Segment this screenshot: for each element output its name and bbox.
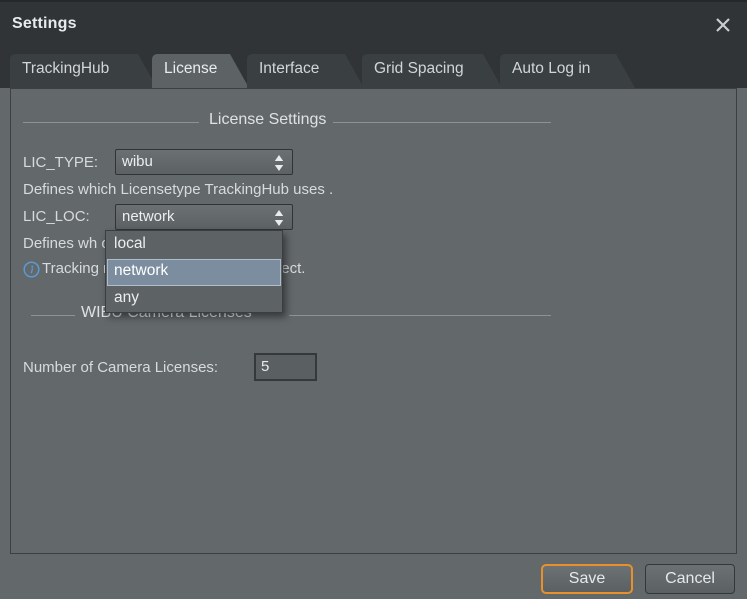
tab-bar: TrackingHub License Interface Grid Spaci… (0, 46, 747, 88)
chevron-updown-icon (273, 209, 285, 227)
lic-type-combo[interactable]: wibu (115, 149, 293, 175)
dropdown-option-local[interactable]: local (107, 232, 281, 259)
save-button[interactable]: Save (541, 564, 633, 594)
lic-type-value: wibu (122, 153, 153, 170)
camera-licenses-value: 5 (261, 358, 269, 375)
tab-interface[interactable]: Interface (247, 54, 364, 88)
group-line-left (23, 122, 199, 123)
tab-label: Auto Log in (512, 60, 590, 78)
camera-licenses-input[interactable]: 5 (254, 353, 317, 381)
title-bar: Settings (0, 0, 747, 46)
settings-window: Settings TrackingHub License Interface (0, 0, 747, 599)
tab-license[interactable]: License (152, 54, 249, 88)
group-line-right (333, 122, 551, 123)
dropdown-option-any[interactable]: any (107, 286, 281, 313)
license-tab-panel: License Settings LIC_TYPE: wibu Defines … (10, 88, 737, 554)
tab-label: TrackingHub (22, 60, 109, 78)
tab-trackinghub[interactable]: TrackingHub (10, 54, 157, 88)
group-line-right (289, 315, 551, 316)
close-icon[interactable] (707, 10, 739, 40)
wibu-camera-licenses-group: WIBU Camera Licenses (23, 304, 551, 326)
lic-loc-value: network (122, 208, 175, 225)
group-line-left (31, 315, 75, 316)
tab-label: Interface (259, 60, 319, 78)
tab-label: License (164, 60, 217, 78)
dropdown-option-label: any (114, 289, 139, 307)
camera-licenses-label: Number of Camera Licenses: (23, 359, 218, 376)
dropdown-option-label: network (114, 262, 168, 280)
lic-type-label: LIC_TYPE: (23, 154, 98, 171)
lic-loc-label: LIC_LOC: (23, 208, 90, 225)
lic-loc-combo[interactable]: network (115, 204, 293, 230)
tab-grid-spacing[interactable]: Grid Spacing (362, 54, 502, 88)
window-title: Settings (12, 15, 77, 33)
dialog-footer: Save Cancel (0, 554, 747, 599)
tab-label: Grid Spacing (374, 60, 464, 78)
group-title: License Settings (209, 111, 326, 129)
dropdown-option-label: local (114, 235, 146, 253)
chevron-updown-icon (273, 154, 285, 172)
cancel-button[interactable]: Cancel (645, 564, 735, 594)
tab-auto-log-in[interactable]: Auto Log in (500, 54, 635, 88)
lic-type-description: Defines which Licensetype TrackingHub us… (23, 181, 333, 198)
info-icon (23, 261, 40, 278)
license-settings-group: License Settings (23, 111, 551, 133)
group-header: WIBU Camera Licenses (23, 304, 551, 326)
dropdown-option-network[interactable]: network (107, 259, 281, 286)
group-header: License Settings (23, 111, 551, 133)
lic-loc-dropdown-popup[interactable]: local network any (105, 230, 283, 313)
